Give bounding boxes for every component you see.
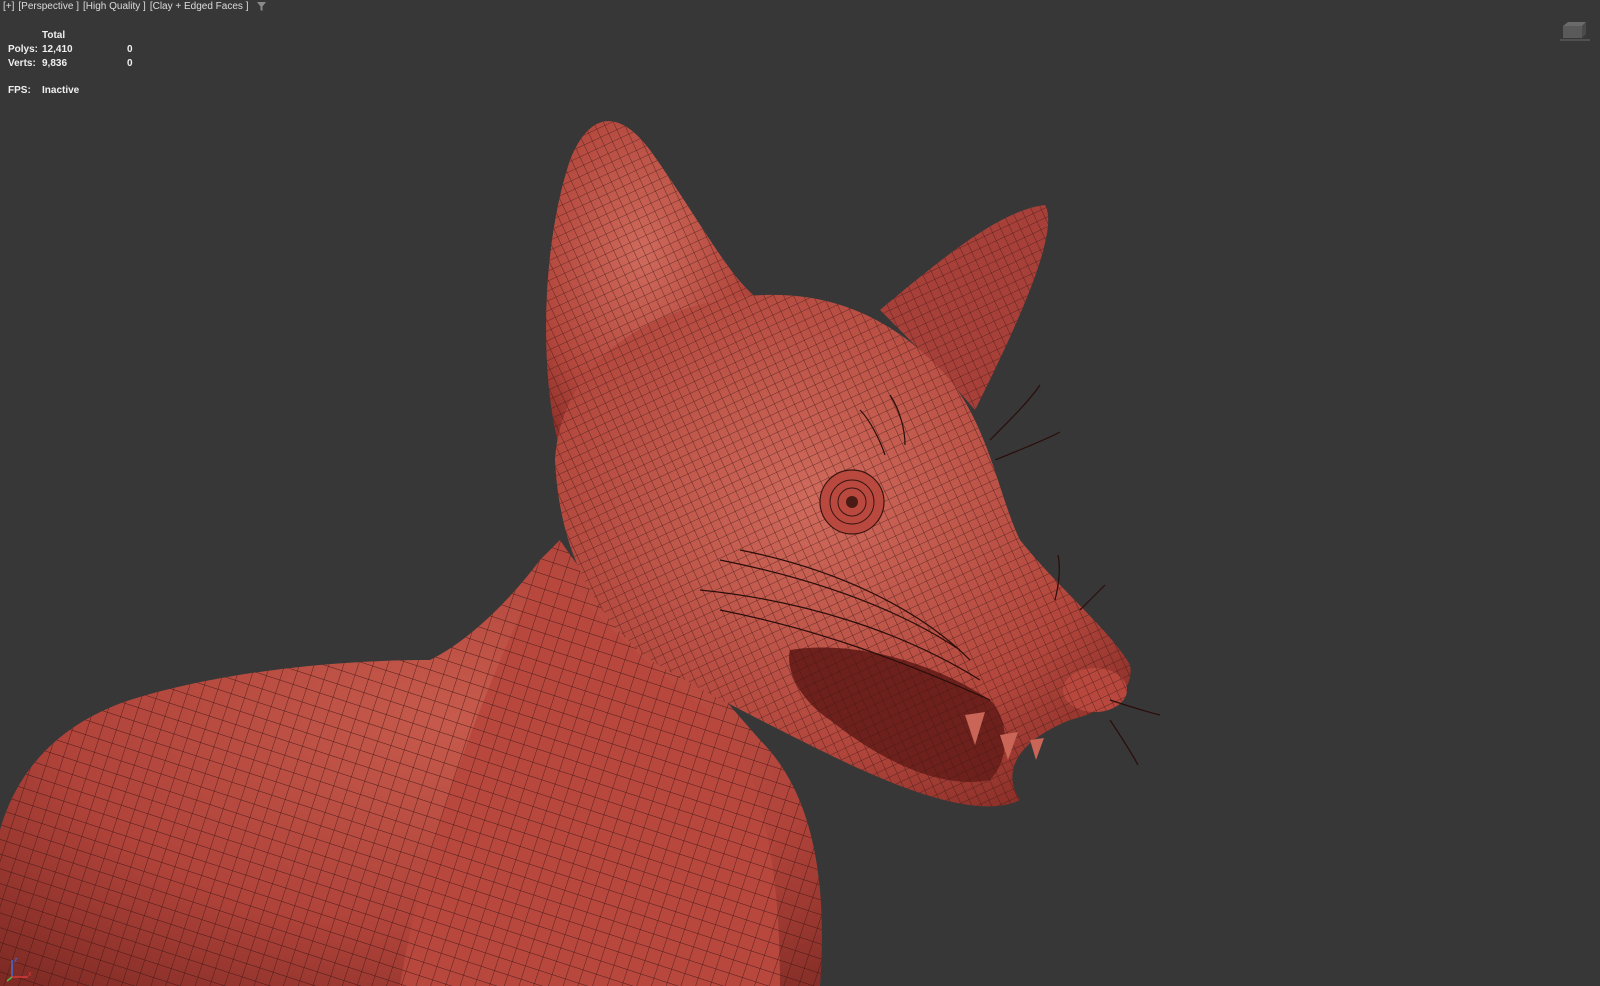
svg-text:z: z (14, 957, 18, 964)
viewport-menu-quality[interactable]: [High Quality ] (83, 1, 146, 12)
stats-fps-label: FPS: (8, 85, 31, 96)
viewport-menu-plus[interactable]: [+] (3, 1, 14, 12)
axis-tripod-icon: z x (6, 957, 32, 982)
stats-total-header: Total (42, 30, 66, 41)
stats-verts-label: Verts: (8, 58, 36, 69)
stats-polys-total: 12,410 (42, 44, 73, 55)
stats-verts-selected: 0 (127, 58, 133, 69)
fox-model-render[interactable] (0, 0, 1600, 986)
viewport-menu-perspective[interactable]: [Perspective ] (18, 1, 79, 12)
stats-fps-value: Inactive (42, 85, 80, 96)
viewport-menu-shading[interactable]: [Clay + Edged Faces ] (150, 1, 249, 12)
svg-text:x: x (28, 971, 32, 978)
stats-polys-label: Polys: (8, 44, 39, 55)
stats-polys-selected: 0 (127, 44, 133, 55)
viewport[interactable]: [+] [Perspective ] [High Quality ] [Clay… (0, 0, 1600, 986)
viewcube-icon[interactable] (1560, 18, 1590, 42)
stats-verts-total: 9,836 (42, 58, 68, 69)
filter-icon[interactable] (256, 1, 267, 12)
viewport-label: [+] [Perspective ] [High Quality ] [Clay… (3, 1, 267, 12)
